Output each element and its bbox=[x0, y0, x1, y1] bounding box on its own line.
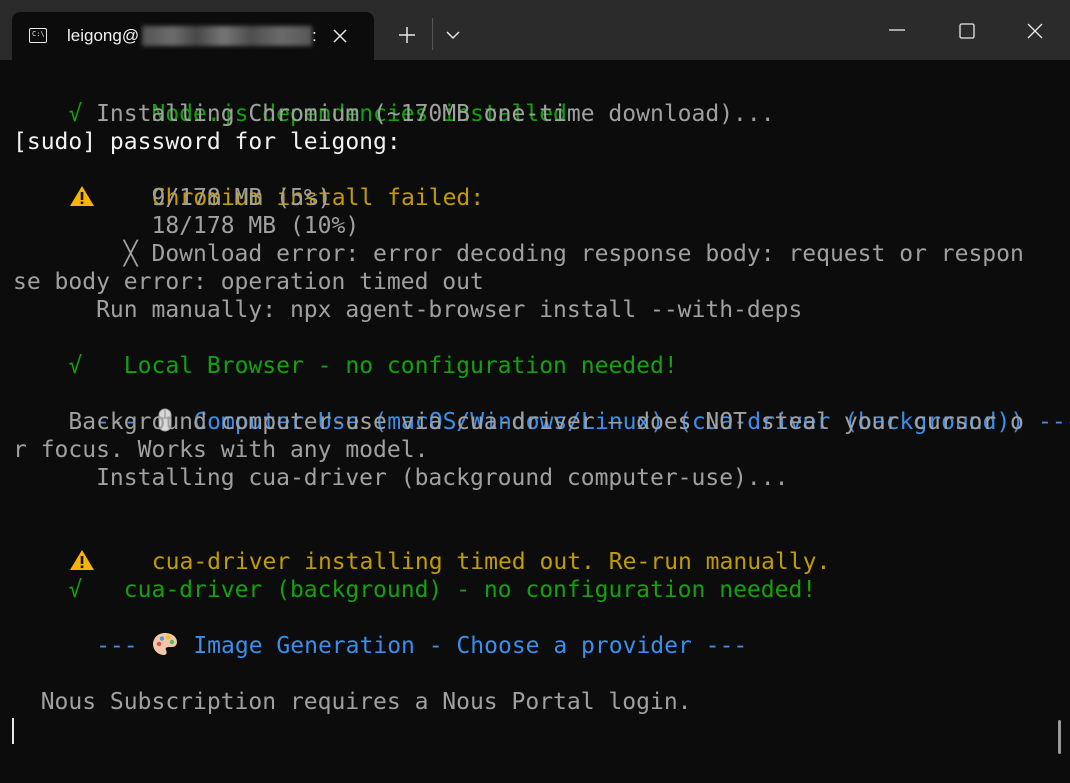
terminal-line: r focus. Works with any model. bbox=[13, 437, 429, 463]
scrollbar-thumb[interactable] bbox=[1058, 720, 1061, 754]
terminal-line: Run manually: npx agent-browser install … bbox=[13, 297, 803, 323]
plus-icon[interactable] bbox=[396, 24, 418, 46]
redacted-hostname bbox=[142, 26, 312, 46]
terminal-line: √ cua-driver (background) - no configura… bbox=[68, 577, 817, 603]
terminal-line: 18/178 MB (10%) bbox=[13, 213, 360, 239]
section-header: --- Image Generation - Choose a provider… bbox=[68, 633, 748, 659]
terminal-line: √ Node.js dependencies installed bbox=[68, 101, 567, 127]
terminal-line: cua-driver installing timed out. Re-run … bbox=[13, 520, 830, 575]
command-prompt-icon: C:\ bbox=[29, 28, 47, 43]
terminal-line: [sudo] password for leigong: bbox=[13, 129, 401, 155]
terminal-tab[interactable]: C:\ leigong@ : bbox=[12, 12, 374, 60]
tab-separator bbox=[432, 18, 433, 50]
terminal-line: Chromium install failed: bbox=[13, 156, 484, 211]
chevron-down-icon[interactable] bbox=[444, 26, 462, 44]
maximize-icon[interactable] bbox=[956, 20, 978, 42]
terminal-line: Background computer-use via cua-driver —… bbox=[13, 409, 1024, 435]
close-icon[interactable] bbox=[330, 26, 350, 46]
palette-icon bbox=[153, 633, 178, 655]
check-mark-icon: √ bbox=[68, 353, 83, 379]
terminal-line: ╳ Download error: error decoding respons… bbox=[13, 241, 1024, 267]
terminal-line: Installing cua-driver (background comput… bbox=[13, 465, 789, 491]
minimize-icon[interactable] bbox=[886, 22, 908, 38]
close-icon[interactable] bbox=[1024, 20, 1046, 42]
terminal-output[interactable]: √ Node.js dependencies installed Install… bbox=[0, 60, 1070, 783]
section-header: --- Computer Use (macOS/Windows/Linux) (… bbox=[68, 408, 1070, 435]
text-cursor bbox=[12, 718, 14, 744]
terminal-line: Nous Subscription requires a Nous Portal… bbox=[13, 689, 692, 715]
terminal-line: se body error: operation timed out bbox=[13, 269, 484, 295]
terminal-line: √ Local Browser - no configuration neede… bbox=[68, 353, 678, 379]
terminal-line: 9/178 MB (5%) bbox=[13, 185, 332, 211]
check-mark-icon: √ bbox=[68, 577, 83, 603]
tab-title-tail: : bbox=[312, 26, 317, 45]
tab-title: leigong@ bbox=[67, 26, 140, 45]
terminal-line: Installing Chromium (~170MB one-time dow… bbox=[13, 101, 775, 127]
title-bar: C:\ leigong@ : bbox=[0, 0, 1070, 60]
